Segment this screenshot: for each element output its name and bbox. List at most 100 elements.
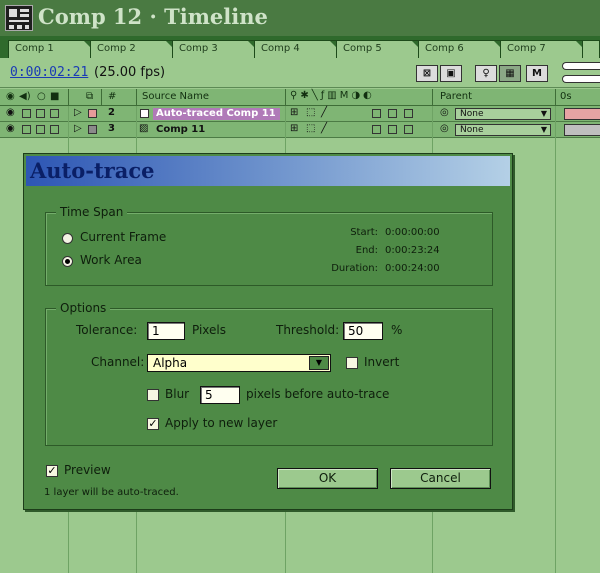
label-color[interactable] (88, 109, 97, 118)
tab-label: Comp 7 (507, 43, 546, 54)
quality-line-icon[interactable]: ╱ (321, 107, 327, 122)
expand-triangle-icon[interactable]: ▷ (74, 123, 82, 138)
parent-dropdown[interactable]: None ▼ (455, 124, 551, 136)
quality-line-icon[interactable]: ╱ (321, 123, 327, 138)
comp-flowchart-icon[interactable]: ⊠ (416, 65, 438, 82)
dialog-title-bar[interactable]: Auto-trace (26, 156, 510, 186)
label-color[interactable] (88, 125, 97, 134)
time-ruler-start: 0s (560, 91, 572, 102)
window-title: Comp 12 · Timeline (38, 4, 268, 29)
auto-trace-dialog: Auto-trace Time Span Current Frame Work … (23, 153, 513, 510)
blur-label[interactable]: Blur (165, 387, 189, 401)
layer-row[interactable]: ◉ ▷ 3 ▨ Comp 11 ⊞ ⬚ ╱ ◎ None ▼ (0, 122, 600, 138)
shy-layers-icon[interactable]: ♀ (475, 65, 497, 82)
audio-icon: ◀) (19, 91, 31, 102)
work-area-label[interactable]: Work Area (80, 253, 142, 267)
lock-toggle[interactable] (50, 109, 59, 118)
tolerance-input[interactable]: 1 (147, 322, 185, 340)
timeline-window-icon (5, 5, 33, 31)
chevron-down-icon[interactable]: ▼ (309, 356, 329, 370)
channel-value: Alpha (153, 356, 188, 370)
lock-toggle[interactable] (50, 125, 59, 134)
threshold-input[interactable]: 50 (343, 322, 383, 340)
layer-duration-bar[interactable] (564, 124, 600, 136)
ok-button[interactable]: OK (277, 468, 378, 489)
duration-label: Duration: (331, 263, 378, 274)
percent-sign: % (391, 323, 403, 337)
dialog-title: Auto-trace (30, 158, 155, 183)
eye-icon[interactable]: ◉ (6, 107, 15, 122)
layer-icon[interactable]: ▣ (440, 65, 462, 82)
parent-dropdown[interactable]: None ▼ (455, 108, 551, 120)
pick-whip-icon[interactable]: ◎ (440, 123, 449, 138)
lock-icon: ■ (50, 91, 60, 102)
cancel-button[interactable]: Cancel (390, 468, 491, 489)
tab-comp-5[interactable]: Comp 5 (336, 40, 420, 58)
layer-number: 3 (108, 123, 115, 134)
start-value: 0:00:00:00 (385, 227, 440, 238)
switch-box[interactable] (388, 109, 397, 118)
eye-icon: ◉ (6, 91, 15, 102)
tab-comp-3[interactable]: Comp 3 (172, 40, 256, 58)
parent-value: None (460, 125, 484, 135)
current-frame-radio[interactable] (62, 233, 73, 244)
layer-name[interactable]: Comp 11 (153, 124, 280, 136)
preview-checkbox[interactable]: ✓ (46, 465, 58, 477)
apply-to-new-layer-label[interactable]: Apply to new layer (165, 416, 277, 430)
tab-comp-2[interactable]: Comp 2 (90, 40, 174, 58)
switch-box[interactable] (388, 125, 397, 134)
solo-toggle[interactable] (36, 109, 45, 118)
tab-label: Comp 4 (261, 43, 300, 54)
apply-to-new-layer-checkbox[interactable]: ✓ (147, 418, 159, 430)
switch-box[interactable] (404, 125, 413, 134)
tab-comp-1[interactable]: Comp 1 (8, 40, 92, 58)
switch-box[interactable] (372, 125, 381, 134)
options-group: Options Tolerance: 1 Pixels Threshold: 5… (45, 301, 493, 446)
blur-input[interactable]: 5 (200, 386, 240, 404)
options-label: Options (56, 301, 111, 315)
channel-select[interactable]: Alpha ▼ (147, 354, 331, 372)
solo-toggle[interactable] (36, 125, 45, 134)
zoom-slider[interactable] (562, 62, 600, 70)
work-area-radio[interactable] (62, 256, 73, 267)
audio-toggle[interactable] (22, 125, 31, 134)
motion-blur-button[interactable]: M (526, 65, 548, 82)
switch-box[interactable] (372, 109, 381, 118)
blur-suffix-label: pixels before auto-trace (246, 387, 390, 401)
collapse-switch-icon[interactable]: ⊞ (290, 123, 298, 138)
column-parent: Parent (440, 91, 473, 102)
current-time[interactable]: 0:00:02:21 (10, 65, 88, 80)
frame-blend-icon[interactable]: ▦ (499, 65, 521, 82)
tab-label: Comp 2 (97, 43, 136, 54)
tab-comp-4[interactable]: Comp 4 (254, 40, 338, 58)
tab-overflow[interactable] (582, 40, 600, 58)
collapse-switch-icon[interactable]: ⊞ (290, 107, 298, 122)
blur-checkbox[interactable] (147, 389, 159, 401)
tab-label: Comp 3 (179, 43, 218, 54)
invert-label[interactable]: Invert (364, 355, 399, 369)
expand-triangle-icon[interactable]: ▷ (74, 107, 82, 122)
layer-name[interactable]: Auto-traced Comp 11 (153, 108, 280, 120)
layer-row[interactable]: ◉ ▷ 2 Auto-traced Comp 11 ⊞ ⬚ ╱ ◎ None ▼ (0, 106, 600, 122)
current-frame-label[interactable]: Current Frame (80, 230, 166, 244)
end-value: 0:00:23:24 (385, 245, 440, 256)
tab-comp-6[interactable]: Comp 6 (418, 40, 502, 58)
quality-switch-icon[interactable]: ⬚ (306, 123, 315, 138)
pick-whip-icon[interactable]: ◎ (440, 107, 449, 122)
audio-toggle[interactable] (22, 109, 31, 118)
quality-switch-icon[interactable]: ⬚ (306, 107, 315, 122)
column-number: # (108, 91, 117, 102)
preview-label[interactable]: Preview (64, 463, 111, 477)
tab-label: Comp 6 (425, 43, 464, 54)
comp-tab-strip: Comp 1 Comp 2 Comp 3 Comp 4 Comp 5 Comp … (0, 36, 600, 58)
layer-duration-bar[interactable] (564, 108, 600, 120)
tab-comp-7[interactable]: Comp 7 (500, 40, 584, 58)
timeline-title-bar[interactable]: Comp 12 · Timeline (0, 0, 600, 36)
column-source-name[interactable]: Source Name (142, 91, 209, 107)
pixels-label: Pixels (192, 323, 227, 337)
switch-box[interactable] (404, 109, 413, 118)
eye-icon[interactable]: ◉ (6, 123, 15, 138)
time-navigator[interactable] (562, 75, 600, 83)
invert-checkbox[interactable] (346, 357, 358, 369)
chevron-down-icon: ▼ (540, 109, 547, 118)
